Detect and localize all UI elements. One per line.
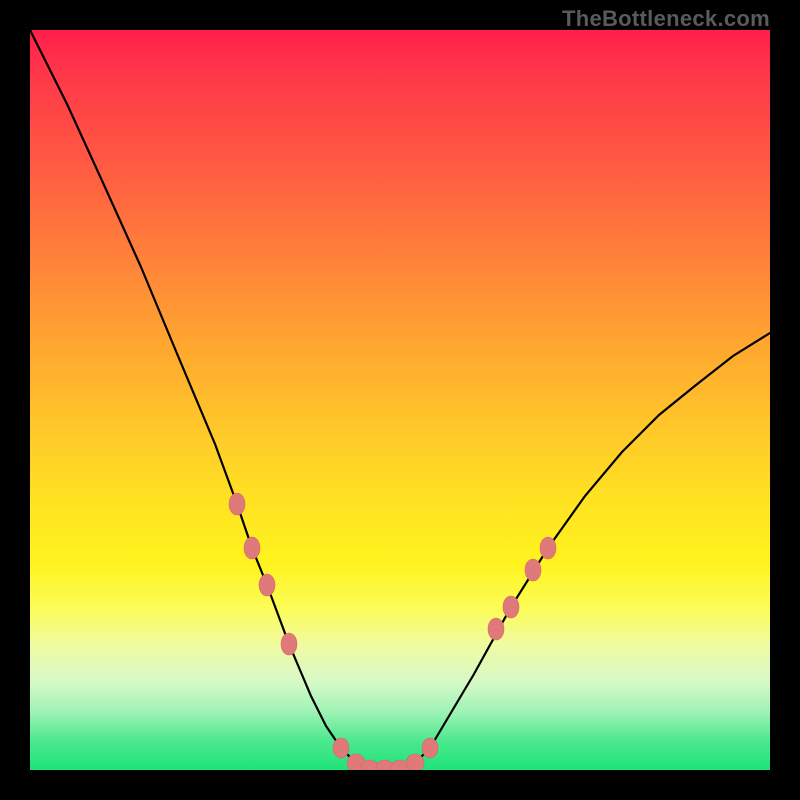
- marker-dot: [244, 537, 260, 559]
- marker-dot: [488, 618, 504, 640]
- marker-dot: [540, 537, 556, 559]
- marker-dot: [333, 738, 349, 758]
- marker-dot: [281, 633, 297, 655]
- curve-overlay: [30, 30, 770, 770]
- watermark-text: TheBottleneck.com: [562, 6, 770, 32]
- marker-group: [229, 493, 556, 770]
- marker-dot: [229, 493, 245, 515]
- marker-dot: [422, 738, 438, 758]
- marker-dot: [406, 754, 424, 770]
- plot-area: [30, 30, 770, 770]
- marker-dot: [525, 559, 541, 581]
- marker-dot: [259, 574, 275, 596]
- bottleneck-curve-path: [30, 30, 770, 770]
- chart-frame: TheBottleneck.com: [0, 0, 800, 800]
- marker-dot: [503, 596, 519, 618]
